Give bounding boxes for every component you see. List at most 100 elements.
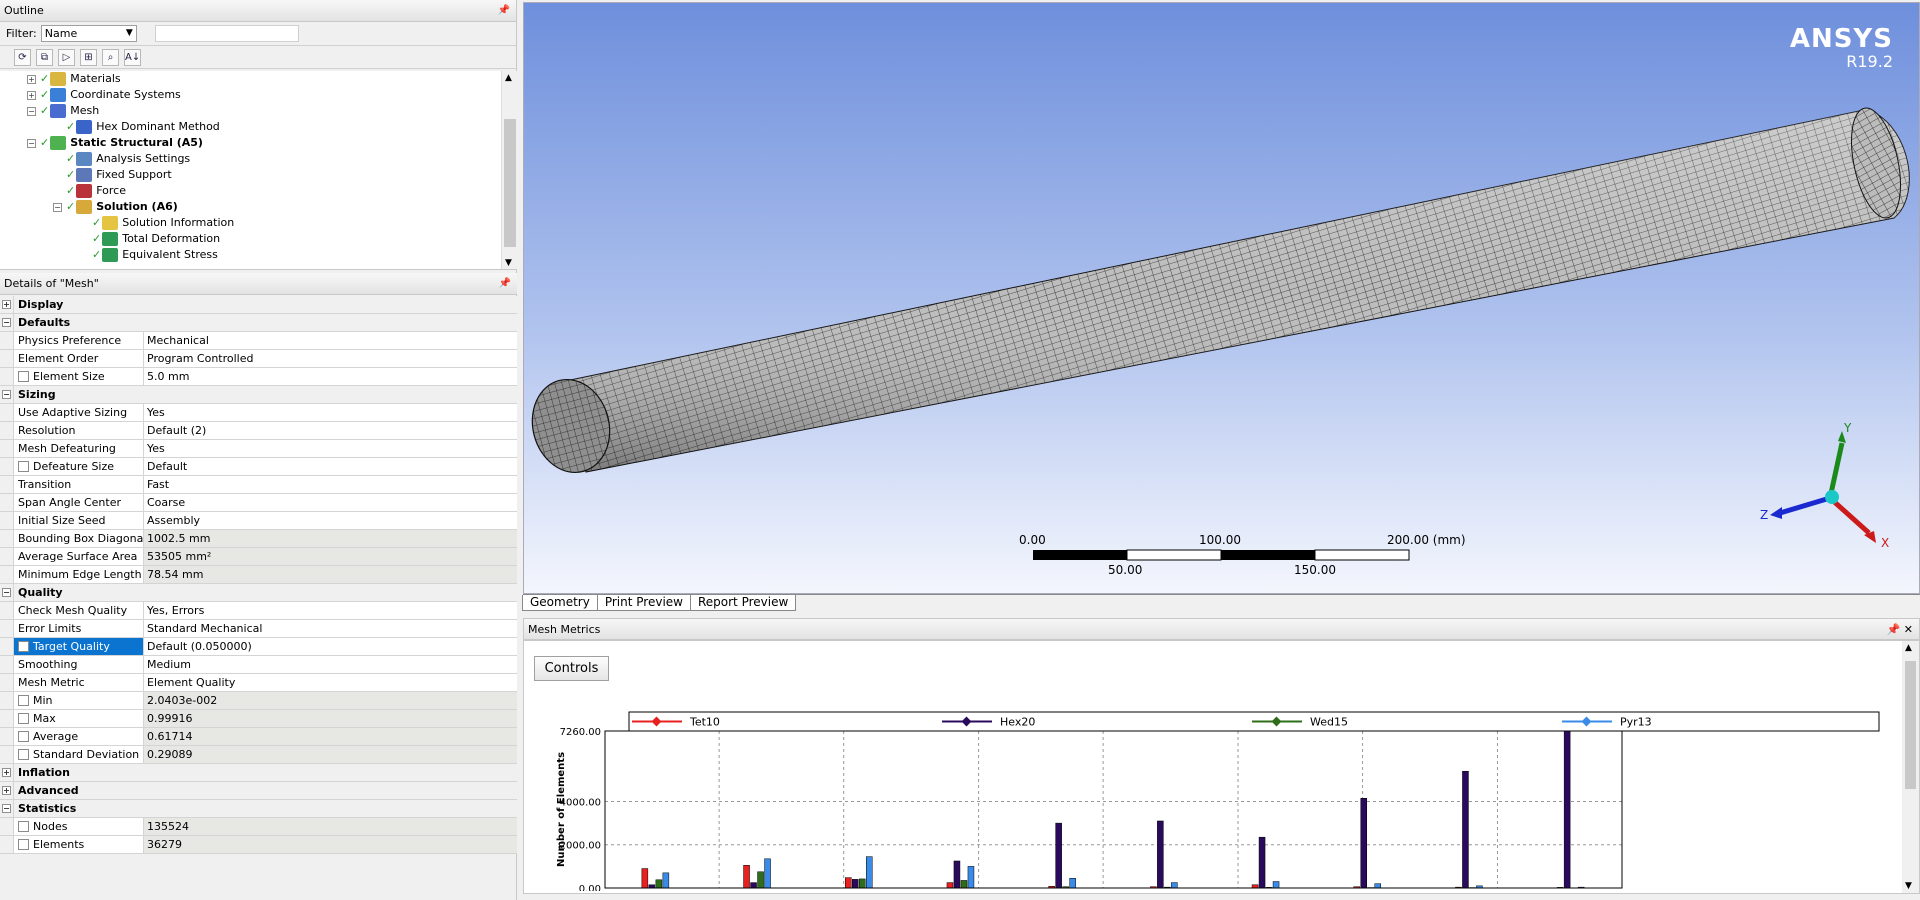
details-row[interactable]: Minimum Edge Length 78.54 mm [0,566,517,584]
expand-icon[interactable]: + [2,768,11,777]
details-value[interactable]: Element Quality [144,674,517,691]
filter-input[interactable] [154,25,299,42]
details-row[interactable]: Mesh Metric Element Quality [0,674,517,692]
tree-item[interactable]: ✓ Total Deformation [92,231,220,247]
tree-item[interactable]: ✓ Hex Dominant Method [66,119,220,135]
tree-item[interactable]: ✓ Force [66,183,126,199]
details-value[interactable]: Mechanical [144,332,517,349]
parameter-checkbox[interactable] [18,713,29,724]
tab-geometry[interactable]: Geometry [522,595,598,611]
tree-scrollbar[interactable]: ▲ ▼ [501,71,517,269]
parameter-checkbox[interactable] [18,839,29,850]
details-row[interactable]: Mesh Defeaturing Yes [0,440,517,458]
details-group[interactable]: + Display [0,296,517,314]
tree-item[interactable]: − ✓ Mesh [27,103,99,119]
details-value[interactable]: Yes [144,404,517,421]
collapse-icon[interactable]: − [2,588,11,597]
details-row[interactable]: Element Order Program Controlled [0,350,517,368]
tree-item[interactable]: ✓ Fixed Support [66,167,172,183]
parameter-checkbox[interactable] [18,821,29,832]
metrics-scrollbar[interactable]: ▲ ▼ [1902,641,1919,893]
tree-item[interactable]: + ✓ Coordinate Systems [27,87,181,103]
details-row[interactable]: Physics Preference Mechanical [0,332,517,350]
details-group[interactable]: + Advanced [0,782,517,800]
tab-report-preview[interactable]: Report Preview [689,595,797,611]
scroll-thumb[interactable] [1905,661,1916,789]
details-row[interactable]: Transition Fast [0,476,517,494]
details-row[interactable]: Initial Size Seed Assembly [0,512,517,530]
details-row[interactable]: Nodes 135524 [0,818,517,836]
tree-item[interactable]: ✓ Equivalent Stress [92,247,218,263]
details-value[interactable]: Yes, Errors [144,602,517,619]
chevron-down-icon[interactable]: ▼ [1905,881,1912,891]
collapse-icon[interactable]: − [27,138,36,148]
search-icon[interactable]: ⌕ [102,48,119,66]
close-icon[interactable]: ✕ [1904,623,1913,636]
details-value[interactable]: Program Controlled [144,350,517,367]
tree-item[interactable]: ✓ Analysis Settings [66,151,190,167]
chevron-up-icon[interactable]: ▲ [1905,643,1912,653]
details-row[interactable]: Resolution Default (2) [0,422,517,440]
details-value[interactable]: Yes [144,440,517,457]
details-value[interactable]: 5.0 mm [144,368,517,385]
collapse-icon[interactable]: ⊞ [80,48,97,66]
pin-icon[interactable]: 📌 [499,273,511,295]
details-row[interactable]: Element Size 5.0 mm [0,368,517,386]
pin-icon[interactable]: 📌 [498,0,510,22]
details-row[interactable]: Standard Deviation 0.29089 [0,746,517,764]
parameter-checkbox[interactable] [18,641,29,652]
sort-az-icon[interactable]: A↓ [124,48,141,66]
details-row[interactable]: Max 0.99916 [0,710,517,728]
details-value[interactable]: Default (2) [144,422,517,439]
details-row[interactable]: Use Adaptive Sizing Yes [0,404,517,422]
details-row[interactable]: Defeature Size Default [0,458,517,476]
expand-icon[interactable]: + [2,786,11,795]
collapse-icon[interactable]: − [2,318,11,327]
geometry-viewport[interactable]: ANSYS R19.2 0.00 100.00 200.00 (mm) 50.0… [523,2,1920,594]
chevron-up-icon[interactable]: ▲ [505,73,512,83]
details-row[interactable]: Check Mesh Quality Yes, Errors [0,602,517,620]
details-row[interactable]: Elements 36279 [0,836,517,854]
details-group[interactable]: − Defaults [0,314,517,332]
tree-item[interactable]: − ✓ Solution (A6) [53,199,178,215]
tab-print-preview[interactable]: Print Preview [596,595,691,611]
details-row[interactable]: Average 0.61714 [0,728,517,746]
scroll-thumb[interactable] [504,119,516,247]
expand-icon[interactable]: ▷ [58,48,75,66]
parameter-checkbox[interactable] [18,731,29,742]
details-group[interactable]: − Statistics [0,800,517,818]
collapse-icon[interactable]: − [2,390,11,399]
details-row[interactable]: Average Surface Area 53505 mm² [0,548,517,566]
details-row[interactable]: Min 2.0403e-002 [0,692,517,710]
chevron-down-icon[interactable]: ▼ [505,258,512,268]
suppress-icon[interactable]: ⧉ [36,48,53,66]
details-row[interactable]: Error Limits Standard Mechanical [0,620,517,638]
details-value[interactable]: Medium [144,656,517,673]
details-value[interactable]: Default (0.050000) [144,638,517,655]
refresh-icon[interactable]: ⟳ [14,48,31,66]
expand-icon[interactable]: + [27,90,36,100]
expand-icon[interactable]: + [2,300,11,309]
collapse-icon[interactable]: − [53,202,62,212]
parameter-checkbox[interactable] [18,695,29,706]
details-value[interactable]: Coarse [144,494,517,511]
collapse-icon[interactable]: − [27,106,36,116]
expand-icon[interactable]: + [27,74,36,84]
parameter-checkbox[interactable] [18,749,29,760]
details-group[interactable]: − Quality [0,584,517,602]
details-value[interactable]: Default [144,458,517,475]
details-value[interactable]: Standard Mechanical [144,620,517,637]
pin-icon[interactable]: 📌 [1887,623,1901,636]
tree-item[interactable]: + ✓ Materials [27,71,121,87]
details-row[interactable]: Span Angle Center Coarse [0,494,517,512]
tree-item[interactable]: ✓ Solution Information [92,215,234,231]
details-row[interactable]: Bounding Box Diagonal 1002.5 mm [0,530,517,548]
tree-item[interactable]: − ✓ Static Structural (A5) [27,135,203,151]
details-row[interactable]: Target Quality Default (0.050000) [0,638,517,656]
collapse-icon[interactable]: − [2,804,11,813]
details-value[interactable]: Fast [144,476,517,493]
parameter-checkbox[interactable] [18,371,29,382]
parameter-checkbox[interactable] [18,461,29,472]
filter-select[interactable]: Name ▼ [40,25,137,42]
details-value[interactable]: Assembly [144,512,517,529]
